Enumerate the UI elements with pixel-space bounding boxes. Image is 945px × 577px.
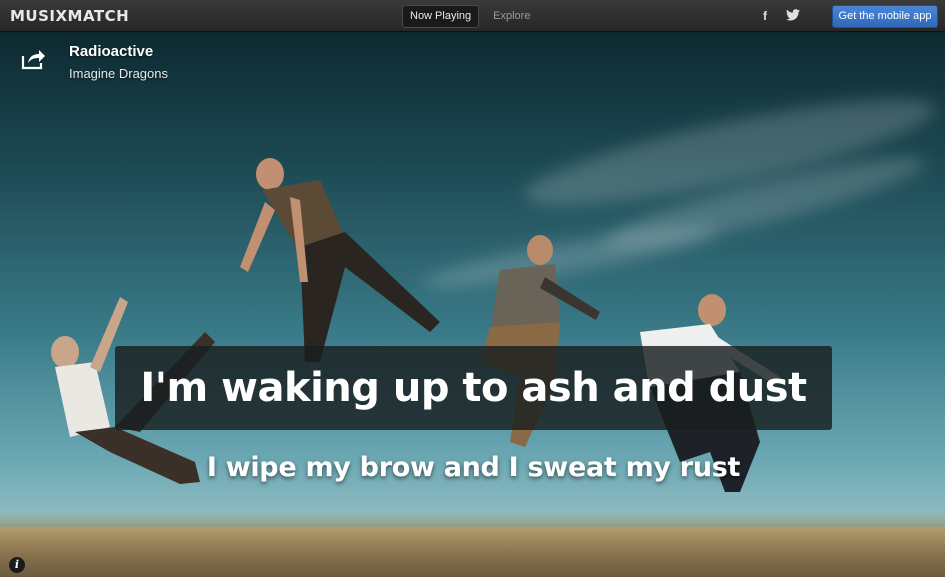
top-bar: MUSIXMATCH Now Playing Explore f Get the… (0, 0, 945, 32)
current-lyric-line: I'm waking up to ash and dust (140, 365, 807, 411)
share-icon[interactable] (20, 48, 46, 70)
facebook-icon[interactable]: f (763, 9, 767, 23)
twitter-icon[interactable] (786, 9, 800, 24)
band-silhouettes (51, 158, 780, 492)
background-photo (0, 32, 945, 577)
get-mobile-app-button[interactable]: Get the mobile app (832, 5, 938, 28)
musixmatch-app: MUSIXMATCH Now Playing Explore f Get the… (0, 0, 945, 577)
next-lyric-line: I wipe my brow and I sweat my rust (206, 452, 741, 483)
track-artist[interactable]: Imagine Dragons (69, 66, 168, 81)
musixmatch-logo[interactable]: MUSIXMATCH (10, 7, 129, 25)
twitter-bird-icon (786, 9, 800, 21)
main-nav: Now Playing Explore (402, 5, 538, 28)
track-title: Radioactive (69, 43, 154, 60)
info-icon[interactable]: i (9, 557, 25, 573)
tab-explore[interactable]: Explore (485, 5, 538, 28)
ground (0, 527, 945, 577)
tab-now-playing[interactable]: Now Playing (402, 5, 480, 28)
share-arrow-icon (21, 50, 45, 70)
current-lyric-box: I'm waking up to ash and dust (115, 346, 832, 430)
